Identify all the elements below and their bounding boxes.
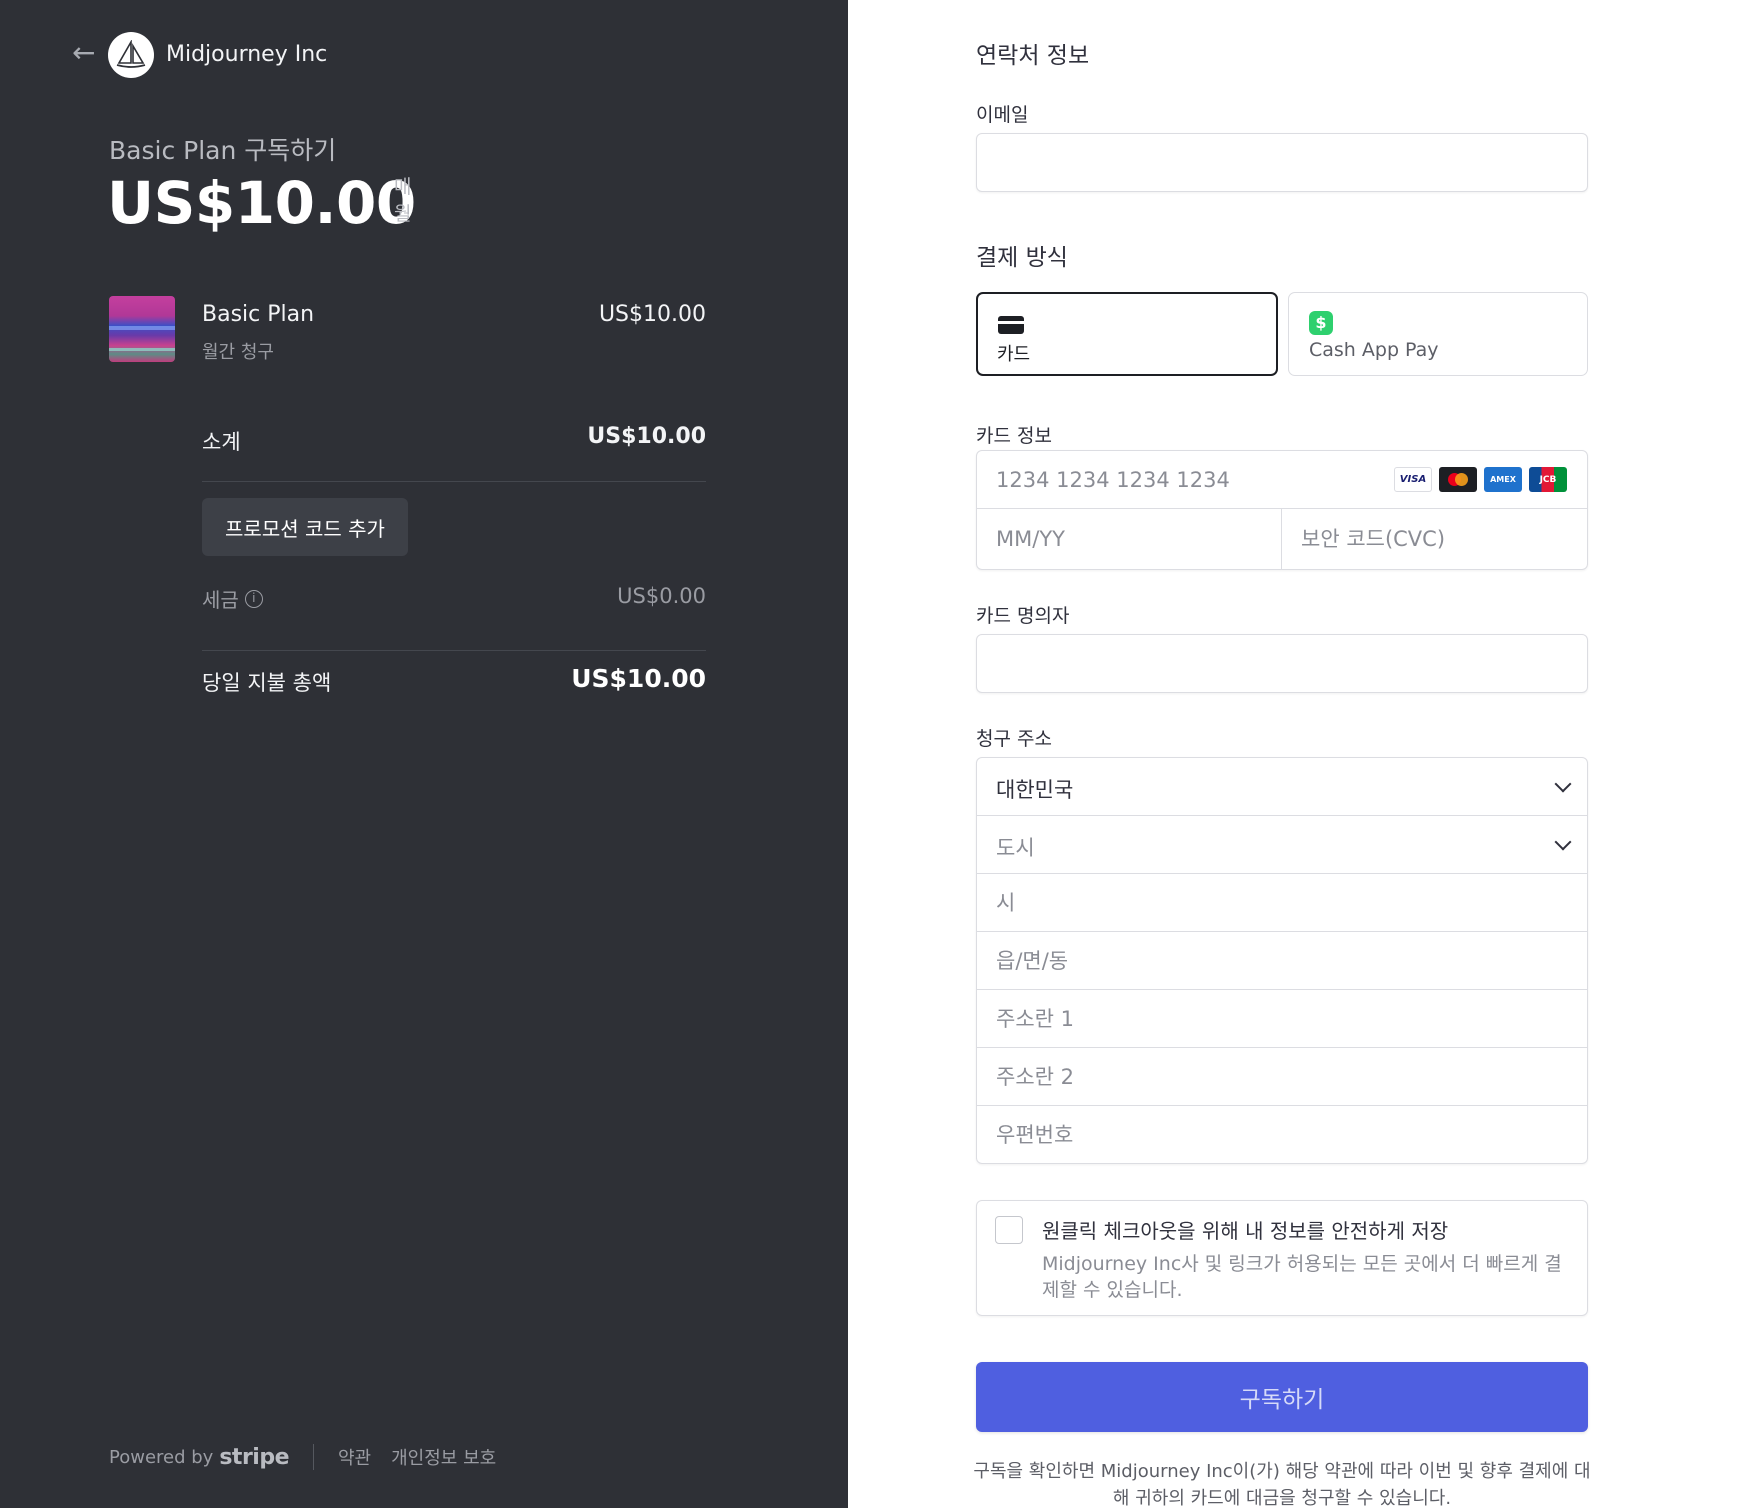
divider: [202, 650, 706, 651]
save-info-checkbox[interactable]: [995, 1216, 1023, 1244]
payment-method-title: 결제 방식: [976, 245, 1068, 271]
chevron-down-icon: [1554, 775, 1572, 793]
subscribe-title: Basic Plan 구독하기: [109, 136, 337, 165]
city-field[interactable]: [977, 874, 1587, 931]
save-info-description: Midjourney Inc사 및 링크가 허용되는 모든 곳에서 더 빠르게 …: [1042, 1253, 1562, 1301]
card-cvc-cell: [1282, 509, 1587, 569]
cardholder-field-wrapper: [976, 634, 1588, 693]
email-field[interactable]: [977, 134, 1587, 191]
card-info-label: 카드 정보: [976, 425, 1052, 447]
footer: Powered by stripe 약관 개인정보 보호: [109, 1444, 516, 1470]
footer-divider: [313, 1444, 314, 1470]
district-field[interactable]: [977, 932, 1587, 989]
postal-code-field[interactable]: [977, 1106, 1587, 1164]
card-number-row: VISA AMEX JCB: [977, 451, 1587, 509]
card-expiry-cell: [977, 509, 1282, 569]
cardholder-label: 카드 명의자: [976, 605, 1070, 627]
district-row: [977, 932, 1587, 990]
powered-by-label: Powered by: [109, 1446, 214, 1468]
postal-code-row: [977, 1106, 1587, 1164]
subscribe-button[interactable]: 구독하기: [976, 1362, 1588, 1432]
contact-section-title: 연락처 정보: [976, 43, 1090, 69]
item-billing: 월간 청구: [202, 342, 274, 363]
card-brands: VISA AMEX JCB: [1394, 467, 1567, 492]
mastercard-icon: [1439, 467, 1477, 492]
privacy-link[interactable]: 개인정보 보호: [391, 1444, 496, 1470]
address-line1-row: [977, 990, 1587, 1048]
period-line-2: 월: [394, 203, 412, 225]
total-label: 당일 지불 총액: [202, 671, 332, 695]
city-row: [977, 874, 1587, 932]
billing-period: 매 월: [394, 174, 416, 228]
jcb-icon: JCB: [1529, 467, 1567, 492]
item-price: US$10.00: [598, 302, 706, 327]
subtotal-value: US$10.00: [587, 424, 706, 449]
payment-tab-cash-app-label: Cash App Pay: [1309, 339, 1439, 361]
period-line-1: 매: [394, 176, 412, 198]
divider: [202, 481, 706, 482]
chevron-down-icon: [1554, 833, 1572, 851]
save-info-title: 원클릭 체크아웃을 위해 내 정보를 안전하게 저장: [1042, 1219, 1449, 1243]
plan-price: US$10.00: [107, 169, 416, 237]
card-info-group: VISA AMEX JCB: [976, 450, 1588, 570]
country-value: 대한민국: [996, 778, 1074, 802]
billing-address-label: 청구 주소: [976, 728, 1052, 750]
country-select[interactable]: 대한민국: [977, 758, 1587, 816]
payment-form-panel: 연락처 정보 이메일 결제 방식 카드 $ Cash App Pay 카드 정보…: [848, 0, 1756, 1508]
address-line2-row: [977, 1048, 1587, 1106]
add-promo-code-button[interactable]: 프로모션 코드 추가: [202, 498, 408, 556]
tax-value: US$0.00: [617, 584, 706, 608]
arrow-left-icon[interactable]: ←: [72, 39, 98, 67]
total-value: US$10.00: [571, 664, 706, 693]
legal-notice: 구독을 확인하면 Midjourney Inc이(가) 해당 약관에 따라 이번…: [973, 1461, 1591, 1508]
item-name: Basic Plan: [202, 302, 315, 327]
card-cvc-field[interactable]: [1282, 509, 1587, 569]
address-line1-field[interactable]: [977, 990, 1587, 1047]
visa-icon: VISA: [1394, 467, 1432, 492]
card-expiry-field[interactable]: [977, 509, 1281, 569]
merchant-name: Midjourney Inc: [166, 42, 328, 67]
amex-icon: AMEX: [1484, 467, 1522, 492]
email-label: 이메일: [976, 104, 1029, 126]
address-line2-field[interactable]: [977, 1048, 1587, 1105]
payment-tab-card-label: 카드: [997, 344, 1031, 365]
tax-label: 세금: [202, 588, 239, 612]
sailboat-icon: [108, 32, 154, 78]
subtotal-label: 소계: [202, 430, 241, 454]
stripe-logo[interactable]: stripe: [219, 1445, 289, 1470]
terms-link[interactable]: 약관: [338, 1444, 371, 1470]
cardholder-field[interactable]: [977, 635, 1587, 692]
province-select[interactable]: 도시: [977, 816, 1587, 874]
info-icon[interactable]: i: [244, 589, 263, 608]
tax-label-group: 세금 i: [202, 584, 263, 613]
cash-app-icon: $: [1309, 311, 1333, 335]
payment-tab-cash-app[interactable]: $ Cash App Pay: [1288, 292, 1588, 376]
email-field-wrapper: [976, 133, 1588, 192]
billing-address-group: 대한민국 도시: [976, 757, 1588, 1164]
product-thumbnail: [109, 296, 175, 362]
order-summary-panel: ← Midjourney Inc Basic Plan 구독하기 US$10.0…: [0, 0, 848, 1508]
province-placeholder: 도시: [996, 836, 1035, 860]
credit-card-icon: [998, 316, 1024, 334]
save-info-box: 원클릭 체크아웃을 위해 내 정보를 안전하게 저장 Midjourney In…: [976, 1200, 1588, 1316]
payment-tab-card[interactable]: 카드: [976, 292, 1278, 376]
